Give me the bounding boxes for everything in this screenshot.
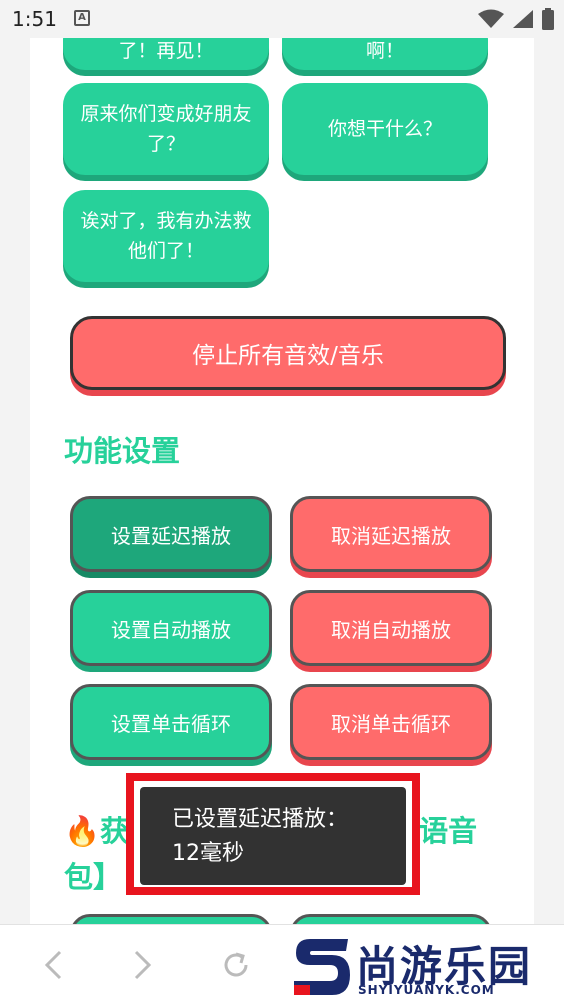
reload-icon[interactable]	[220, 949, 252, 981]
back-icon[interactable]	[42, 949, 66, 981]
status-icons	[478, 8, 554, 30]
toast-highlight-box	[126, 773, 420, 895]
brand-logo-icon	[294, 939, 350, 995]
set-delay-play-button[interactable]: 设置延迟播放	[70, 496, 272, 572]
brand-watermark: 尚游乐园 SHYIYUANYK.COM	[290, 931, 560, 1001]
battery-icon	[542, 8, 554, 30]
stop-all-sounds-button[interactable]: 停止所有音效/音乐	[70, 316, 506, 390]
sound-button[interactable]: 啊！	[282, 38, 488, 70]
wifi-icon	[478, 9, 504, 28]
sound-button[interactable]: 了！再见！	[63, 38, 269, 70]
notification-icon: A	[74, 10, 90, 26]
title-end: 语音	[419, 814, 478, 848]
cancel-click-loop-button[interactable]: 取消单击循环	[290, 684, 492, 760]
cancel-delay-play-button[interactable]: 取消延迟播放	[290, 496, 492, 572]
cancel-auto-play-button[interactable]: 取消自动播放	[290, 590, 492, 666]
forward-icon[interactable]	[130, 949, 154, 981]
sound-button[interactable]: 诶对了，我有办法救他们了！	[63, 190, 269, 282]
set-click-loop-button[interactable]: 设置单击循环	[70, 684, 272, 760]
browser-bottom-bar: 尚游乐园 SHYIYUANYK.COM	[0, 924, 564, 1004]
voice-pack-button[interactable]	[290, 914, 492, 924]
sound-button[interactable]: 原来你们变成好朋友了？	[63, 83, 269, 175]
signal-icon	[513, 10, 533, 28]
voice-pack-button[interactable]	[70, 914, 272, 924]
set-auto-play-button[interactable]: 设置自动播放	[70, 590, 272, 666]
settings-title: 功能设置	[64, 434, 181, 468]
sound-button[interactable]: 你想干什么？	[282, 83, 488, 175]
status-bar: 1:51 A	[0, 0, 564, 38]
brand-url: SHYIYUANYK.COM	[358, 983, 495, 997]
status-time: 1:51	[12, 7, 57, 31]
title-start: 🔥获	[64, 814, 130, 848]
title-line2: 包】	[64, 860, 123, 894]
